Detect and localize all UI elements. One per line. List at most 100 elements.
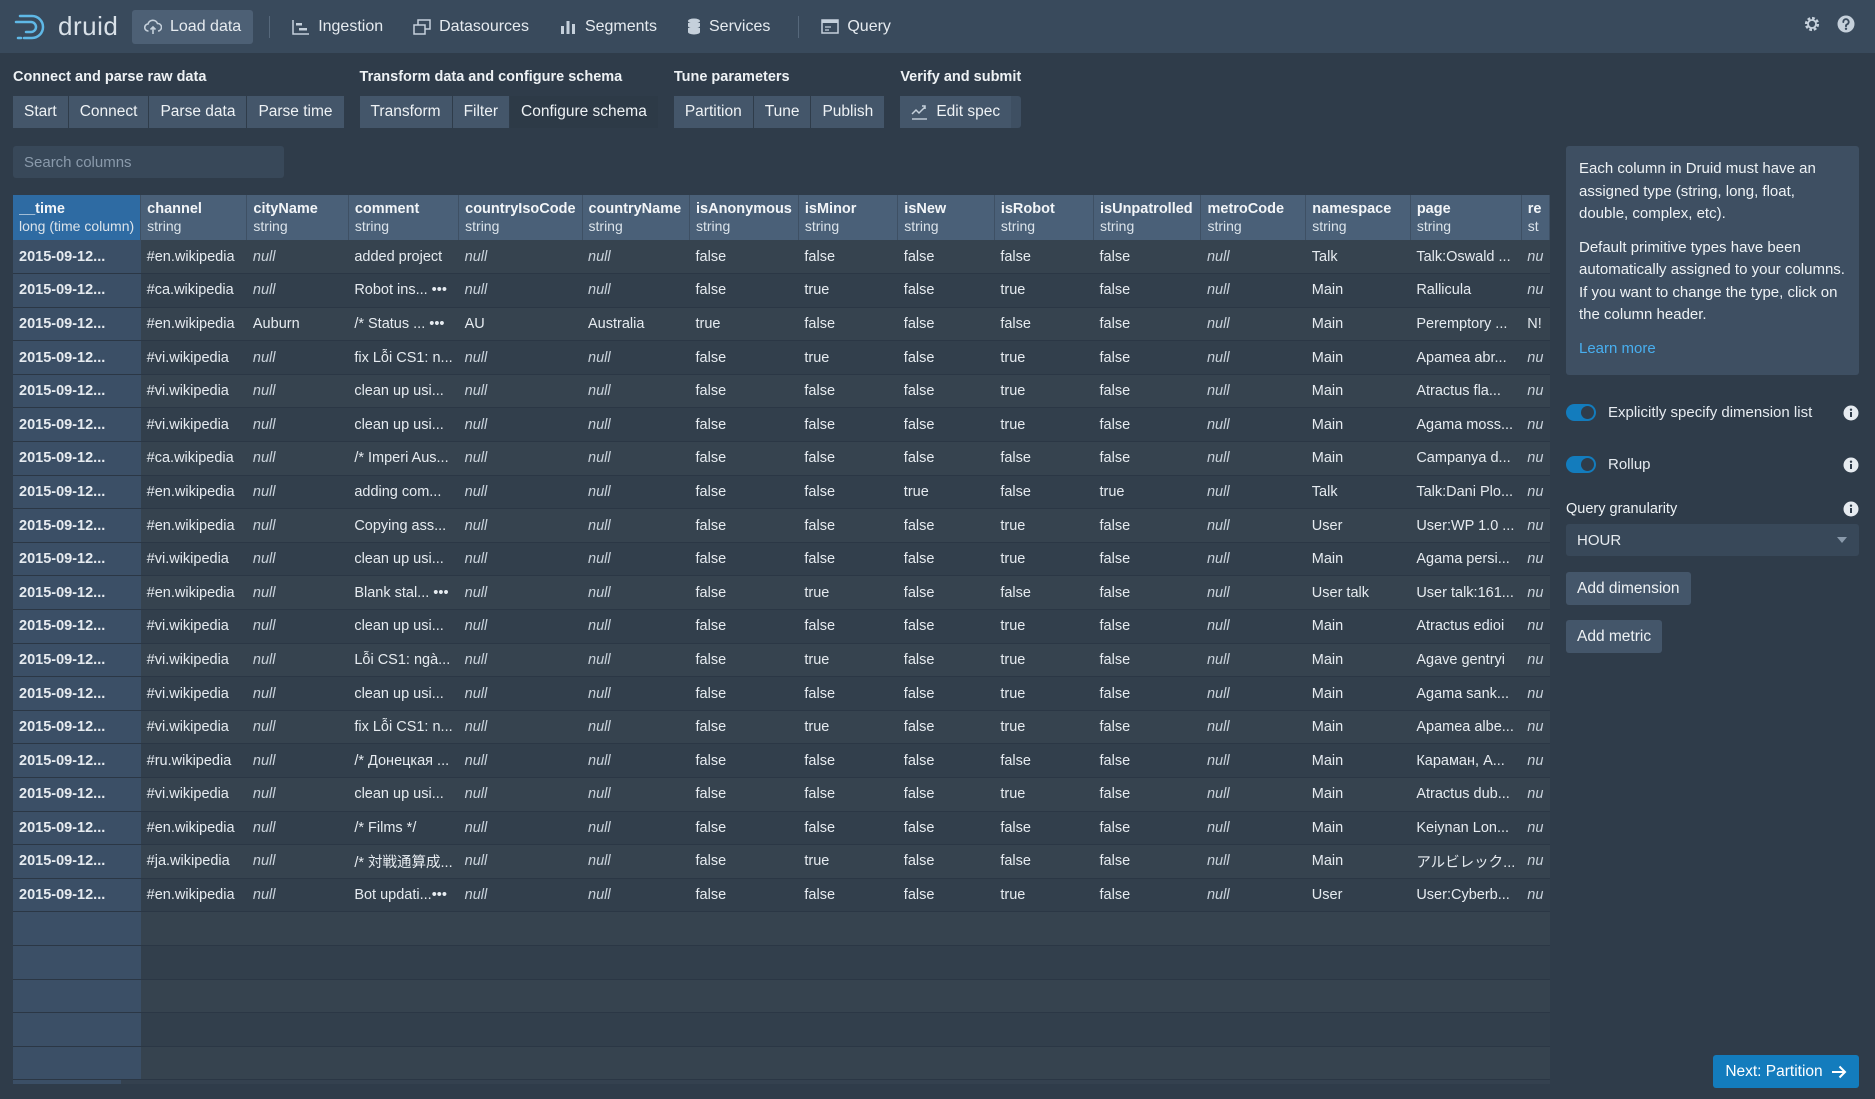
column-header-9[interactable]: isRobot string xyxy=(994,195,1095,240)
table-cell: nu xyxy=(1521,475,1550,510)
table-cell: null xyxy=(246,542,349,577)
nav-query[interactable]: Query xyxy=(809,10,903,44)
column-header-4[interactable]: countryIsoCode string xyxy=(458,195,583,240)
help-text: Default primitive types have been automa… xyxy=(1579,238,1845,324)
step-group-tune: Tune parameters Partition Tune Publish xyxy=(673,69,885,128)
table-row: 2015-09-12... #vi.wikipedia null clean up u… xyxy=(13,407,1550,443)
nav-segments[interactable]: Segments xyxy=(547,10,669,44)
step-partition[interactable]: Partition xyxy=(673,96,754,128)
nav-ingestion[interactable]: Ingestion xyxy=(280,10,395,44)
table-cell: null xyxy=(246,844,349,879)
table-cell: null xyxy=(582,643,690,678)
info-icon[interactable] xyxy=(1843,405,1859,421)
table-cell: fix Lỗi CS1: n... xyxy=(348,710,459,745)
table-cell: false xyxy=(689,374,799,409)
nav-load-data[interactable]: Load data xyxy=(132,9,254,44)
info-icon[interactable] xyxy=(1843,457,1859,473)
table-cell: clean up usi... xyxy=(348,374,459,409)
database-icon xyxy=(688,18,700,35)
column-header-13[interactable]: page string xyxy=(1410,195,1522,240)
table-cell: Main xyxy=(1305,407,1411,443)
table-cell: Talk xyxy=(1305,475,1411,510)
nav-divider xyxy=(798,15,800,38)
table-cell: false xyxy=(897,710,995,745)
table-cell: #ca.wikipedia xyxy=(140,273,247,308)
nav-services[interactable]: Services xyxy=(675,10,782,44)
column-header-1[interactable]: channel string xyxy=(140,195,248,240)
table-cell: 2015-09-12... xyxy=(13,811,141,846)
column-header-0[interactable]: __time long (time column) xyxy=(13,195,142,240)
table-cell: null xyxy=(246,475,349,510)
nav-datasources[interactable]: Datasources xyxy=(401,10,541,44)
table-cell: #vi.wikipedia xyxy=(140,710,247,745)
help-icon[interactable] xyxy=(1837,15,1855,33)
column-name: isMinor xyxy=(804,201,857,217)
step-group-title: Connect and parse raw data xyxy=(13,69,207,85)
add-dimension-button[interactable]: Add dimension xyxy=(1566,572,1691,605)
table-cell: 2015-09-12... xyxy=(13,844,141,879)
explicit-dimensions-switch[interactable] xyxy=(1566,404,1596,421)
table-cell: null xyxy=(1200,273,1306,308)
step-connect[interactable]: Connect xyxy=(68,96,150,128)
column-header-14[interactable]: re st xyxy=(1521,195,1550,240)
table-cell: nu xyxy=(1521,643,1550,678)
table-cell: #en.wikipedia xyxy=(140,307,247,342)
column-type: string xyxy=(147,218,182,234)
empty-cell xyxy=(1410,945,1522,980)
empty-row xyxy=(13,979,1550,1014)
search-columns-input[interactable] xyxy=(13,146,284,178)
learn-more-link[interactable]: Learn more xyxy=(1579,340,1656,357)
column-header-12[interactable]: namespace string xyxy=(1305,195,1411,240)
table-cell: User xyxy=(1305,508,1411,543)
table-row: 2015-09-12... #en.wikipedia null Bot updati… xyxy=(13,878,1550,913)
step-parse-time[interactable]: Parse time xyxy=(247,96,344,128)
table-cell: Agama sank... xyxy=(1410,676,1522,711)
column-header-6[interactable]: isAnonymous string xyxy=(689,195,799,240)
table-cell: Main xyxy=(1305,777,1411,812)
table-cell: false xyxy=(897,307,995,342)
empty-cell xyxy=(13,1046,141,1081)
step-parse-data[interactable]: Parse data xyxy=(149,96,248,128)
empty-cell xyxy=(1521,1012,1550,1047)
table-cell: false xyxy=(897,441,995,476)
empty-cell xyxy=(798,911,898,946)
column-header-11[interactable]: metroCode string xyxy=(1200,195,1307,240)
step-start[interactable]: Start xyxy=(13,96,69,128)
column-header-3[interactable]: comment string xyxy=(348,195,460,240)
query-granularity-select[interactable]: HOUR xyxy=(1566,524,1859,556)
table-cell: Караман, А... xyxy=(1410,743,1522,778)
table-cell: false xyxy=(689,508,799,543)
table-cell: null xyxy=(1200,374,1306,409)
step-publish[interactable]: Publish xyxy=(811,96,885,128)
empty-cell xyxy=(1093,979,1201,1014)
table-cell: Agama moss... xyxy=(1410,407,1522,443)
table-cell: null xyxy=(246,441,349,476)
column-header-8[interactable]: isNew string xyxy=(897,195,995,240)
table-cell: null xyxy=(1200,407,1306,443)
table-cell: User:WP 1.0 ... xyxy=(1410,508,1522,543)
step-edit-spec[interactable]: Edit spec xyxy=(900,96,1012,128)
table-cell: null xyxy=(458,240,583,275)
column-header-10[interactable]: isUnpatrolled string xyxy=(1093,195,1202,240)
column-header-7[interactable]: isMinor string xyxy=(798,195,899,240)
step-configure-schema[interactable]: Configure schema xyxy=(510,96,658,128)
step-tune[interactable]: Tune xyxy=(753,96,812,128)
druid-logo[interactable]: druid xyxy=(14,11,132,42)
table-cell: null xyxy=(1200,575,1306,611)
add-metric-button[interactable]: Add metric xyxy=(1566,620,1663,653)
empty-cell xyxy=(582,1012,690,1047)
table-cell: true xyxy=(798,575,898,611)
empty-cell xyxy=(798,1012,898,1047)
table-cell: Main xyxy=(1305,844,1411,879)
info-icon[interactable] xyxy=(1843,501,1859,517)
step-transform[interactable]: Transform xyxy=(359,96,453,128)
table-cell: #ca.wikipedia xyxy=(140,441,247,476)
step-filter[interactable]: Filter xyxy=(452,96,511,128)
column-header-2[interactable]: cityName string xyxy=(246,195,349,240)
column-header-5[interactable]: countryName string xyxy=(582,195,691,240)
next-partition-button[interactable]: Next: Partition xyxy=(1713,1055,1859,1088)
rollup-switch[interactable] xyxy=(1566,456,1596,473)
gear-icon[interactable] xyxy=(1803,15,1821,33)
explicit-dimensions-row: Explicitly specify dimension list xyxy=(1566,404,1859,421)
table-cell: /* Status ... ••• xyxy=(348,307,459,342)
